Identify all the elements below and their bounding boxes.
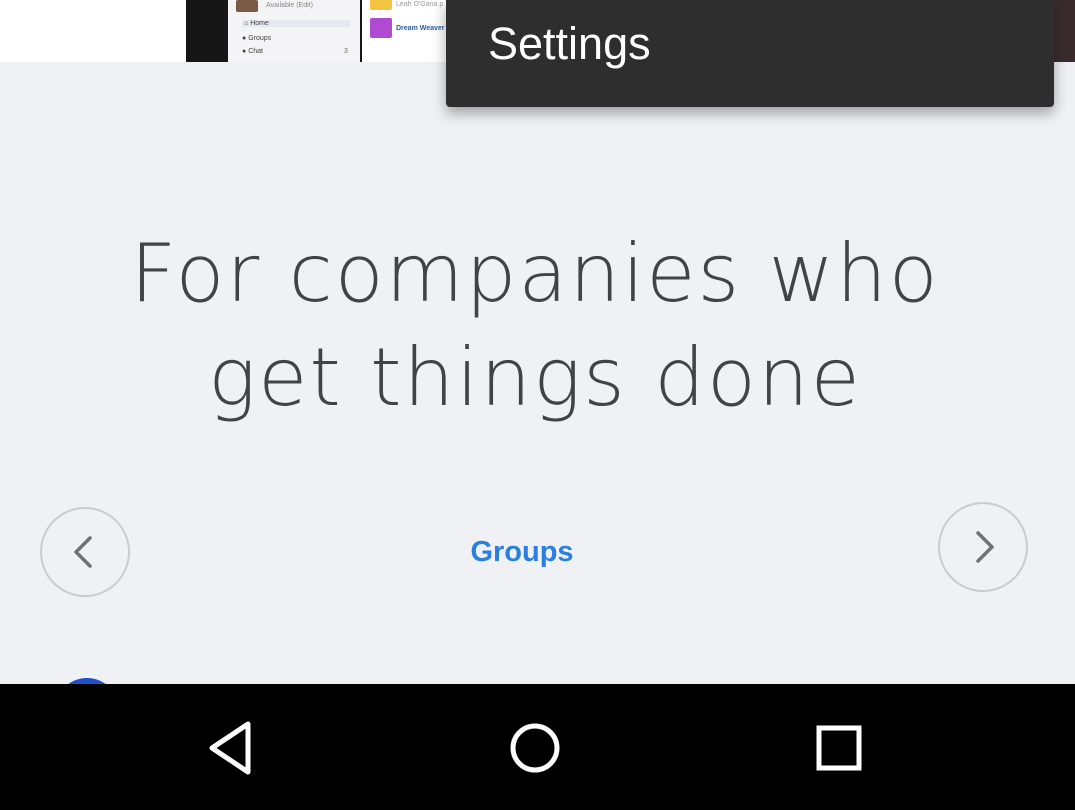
menu-item-settings[interactable]: Settings — [488, 18, 651, 70]
back-triangle-icon — [209, 721, 251, 775]
carousel-label-link[interactable]: Groups — [422, 536, 622, 569]
page-headline: For companies who get things done — [130, 227, 940, 424]
carousel-next-button[interactable] — [938, 502, 1028, 592]
hero-row-2-text: Dream Weaver — [396, 24, 445, 32]
system-back-button[interactable] — [200, 716, 264, 780]
overflow-menu: Settings — [446, 0, 1054, 107]
recents-square-icon — [816, 725, 862, 771]
home-circle-icon — [510, 723, 560, 773]
hero-sidebar: Available (Edit) ⌂ Home ● Groups ● Chat … — [228, 0, 360, 62]
system-recents-button[interactable] — [807, 716, 871, 780]
hero-row-1: Leah O'Gana p — [370, 0, 443, 10]
hero-row-2: Dream Weaver — [370, 18, 445, 38]
chevron-left-icon — [74, 536, 92, 568]
hero-chat-count: 3 — [344, 48, 348, 55]
system-navigation-bar — [0, 684, 1075, 810]
hero-menu-groups: ● Groups — [242, 35, 272, 42]
hero-row-1-thumb — [370, 0, 392, 10]
hero-row-1-text: Leah O'Gana p — [396, 0, 444, 8]
hero-row-2-thumb — [370, 18, 392, 38]
hero-menu-home: ⌂ Home — [242, 20, 350, 27]
avatar — [236, 0, 258, 12]
chevron-right-icon — [976, 531, 994, 563]
system-home-button[interactable] — [503, 716, 567, 780]
hero-status-text: Available (Edit) — [266, 2, 313, 9]
hero-menu-chat: ● Chat — [242, 48, 263, 55]
carousel-prev-button[interactable] — [40, 507, 130, 597]
